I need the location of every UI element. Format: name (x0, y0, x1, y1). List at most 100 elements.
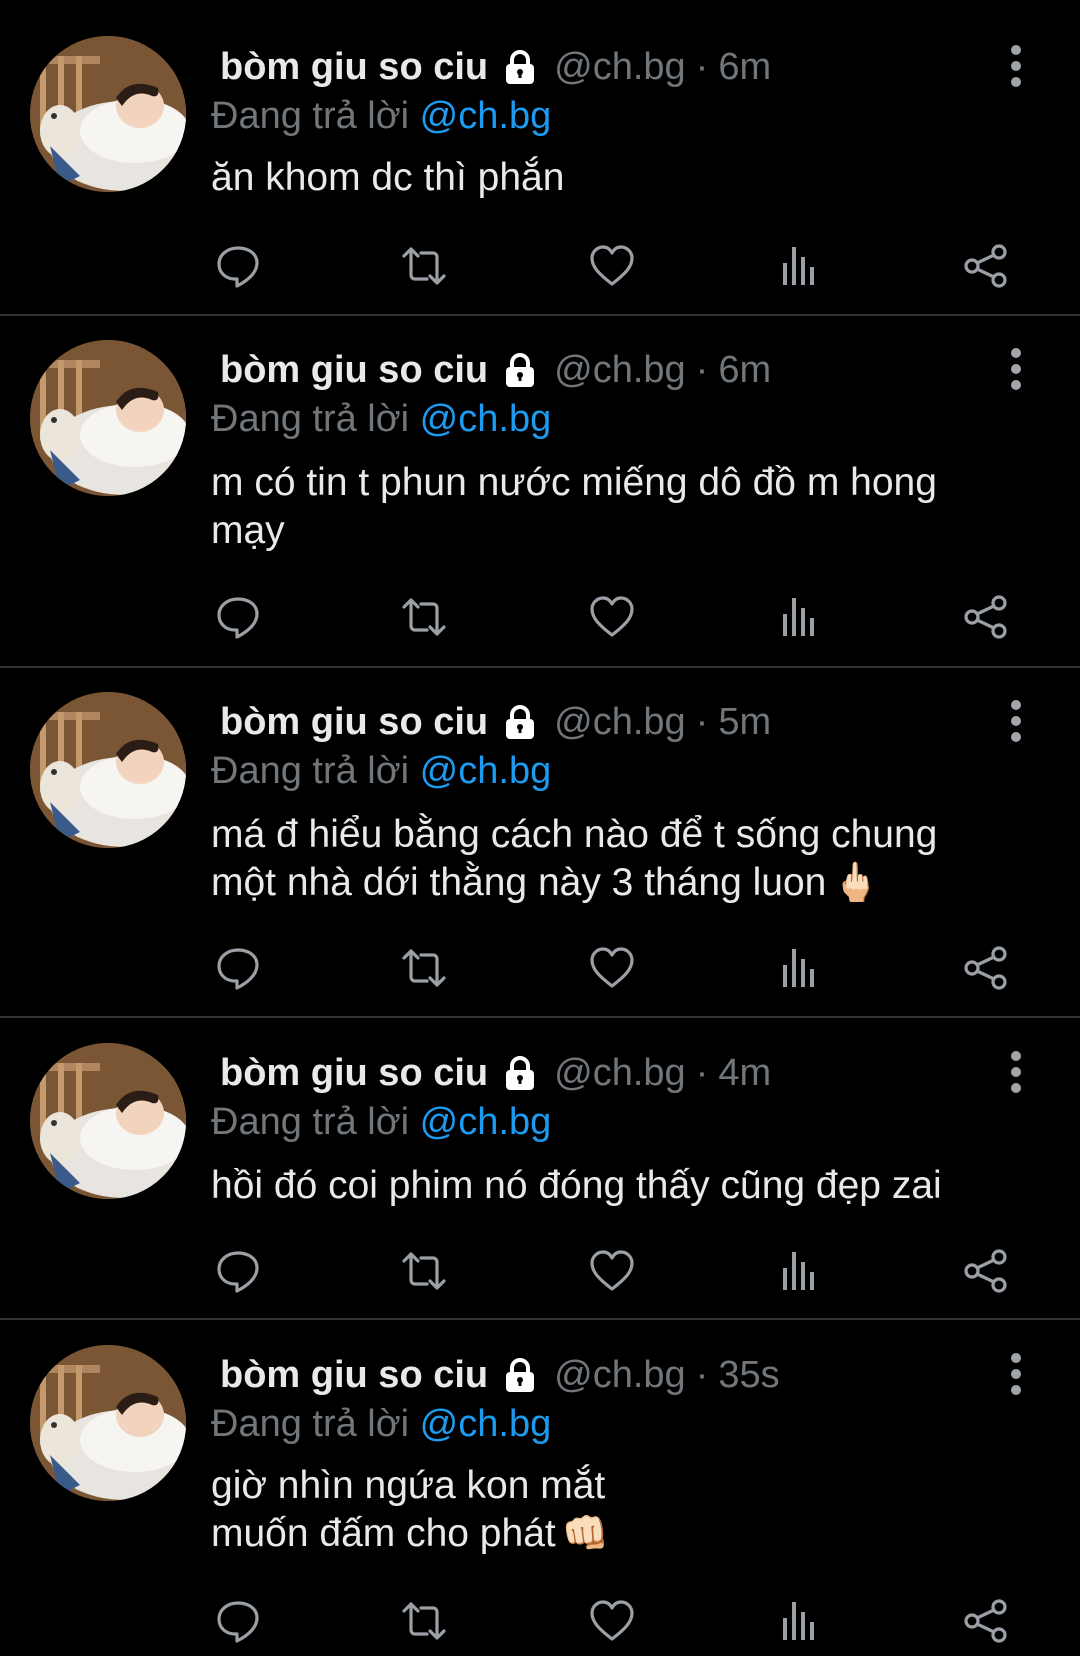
reply-button[interactable] (210, 589, 266, 645)
tweet-header: bòm giu so ciu @ch.bg · 35s (210, 1350, 780, 1400)
share-button[interactable] (958, 589, 1014, 645)
retweet-button[interactable] (396, 1243, 452, 1299)
heart-icon (590, 596, 634, 637)
retweet-button[interactable] (396, 940, 452, 996)
tweet-header: bòm giu so ciu @ch.bg · 6m (210, 42, 771, 92)
separator-dot: · (695, 1354, 709, 1396)
display-name[interactable]: bòm giu so ciu (220, 42, 488, 92)
share-button[interactable] (958, 1593, 1014, 1649)
user-handle[interactable]: @ch.bg (554, 42, 686, 92)
views-button[interactable] (771, 1593, 827, 1649)
more-vertical-icon[interactable] (1006, 1352, 1026, 1396)
like-button[interactable] (584, 940, 640, 996)
replying-to-handle[interactable]: @ch.bg (420, 1101, 552, 1143)
action-bar (210, 589, 1010, 645)
display-name[interactable]: bòm giu so ciu (220, 1048, 488, 1098)
more-vertical-icon[interactable] (1006, 347, 1026, 391)
separator-dot: · (695, 46, 709, 88)
avatar[interactable] (30, 36, 186, 192)
tweet-text: ăn khom dc thì phắn (211, 154, 1011, 202)
tweet-text-content: ăn khom dc thì phắn (211, 156, 565, 199)
tweet[interactable]: bòm giu so ciu @ch.bg · 6m Đang trả lời … (0, 316, 1080, 668)
user-handle[interactable]: @ch.bg (554, 345, 686, 395)
views-bar-chart-icon (783, 949, 814, 987)
reply-button[interactable] (210, 1593, 266, 1649)
timestamp[interactable]: 6m (718, 42, 771, 92)
share-button[interactable] (958, 238, 1014, 294)
tweet[interactable]: bòm giu so ciu @ch.bg · 5m Đang trả lời … (0, 668, 1080, 1018)
retweet-button[interactable] (396, 589, 452, 645)
like-button[interactable] (584, 1593, 640, 1649)
timestamp[interactable]: 35s (718, 1350, 779, 1400)
views-button[interactable] (771, 1243, 827, 1299)
action-bar (210, 238, 1010, 294)
share-icon (964, 1249, 1007, 1293)
replying-to: Đang trả lời @ch.bg (211, 395, 551, 443)
avatar[interactable] (30, 1345, 186, 1501)
tweet[interactable]: bòm giu so ciu @ch.bg · 4m Đang trả lời … (0, 1018, 1080, 1320)
replying-to-handle[interactable]: @ch.bg (420, 1403, 552, 1445)
reply-bubble-icon (217, 1251, 259, 1293)
reply-button[interactable] (210, 1243, 266, 1299)
reply-bubble-icon (217, 597, 259, 639)
replying-to-label: Đang trả lời (211, 1101, 410, 1143)
replying-to-label: Đang trả lời (211, 1403, 410, 1445)
tweet-header: bòm giu so ciu @ch.bg · 6m (210, 345, 771, 395)
avatar[interactable] (30, 692, 186, 848)
tweet-text: m có tin t phun nước miếng dô đồ m hong … (211, 459, 1011, 555)
replying-to-handle[interactable]: @ch.bg (420, 95, 552, 137)
like-button[interactable] (584, 1243, 640, 1299)
replying-to-handle[interactable]: @ch.bg (420, 398, 552, 440)
timestamp[interactable]: 5m (718, 697, 771, 747)
share-icon (964, 1599, 1007, 1643)
lock-icon (500, 47, 540, 87)
like-button[interactable] (584, 589, 640, 645)
display-name[interactable]: bòm giu so ciu (220, 697, 488, 747)
replying-to: Đang trả lời @ch.bg (211, 92, 551, 140)
retweet-button[interactable] (396, 238, 452, 294)
avatar[interactable] (30, 340, 186, 496)
tweet-header: bòm giu so ciu @ch.bg · 5m (210, 697, 771, 747)
views-bar-chart-icon (783, 598, 814, 636)
reply-button[interactable] (210, 238, 266, 294)
tweet-text: hồi đó coi phim nó đóng thấy cũng đẹp za… (211, 1162, 1011, 1210)
views-button[interactable] (771, 589, 827, 645)
heart-icon (590, 245, 634, 286)
like-button[interactable] (584, 238, 640, 294)
views-bar-chart-icon (783, 1602, 814, 1640)
reply-bubble-icon (217, 246, 259, 288)
replying-to-handle[interactable]: @ch.bg (420, 750, 552, 792)
tweet[interactable]: bòm giu so ciu @ch.bg · 6m Đang trả lời … (0, 0, 1080, 316)
more-vertical-icon[interactable] (1006, 699, 1026, 743)
share-button[interactable] (958, 1243, 1014, 1299)
views-button[interactable] (771, 238, 827, 294)
tweet-feed: bòm giu so ciu @ch.bg · 6m Đang trả lời … (0, 0, 1080, 1656)
replying-to-label: Đang trả lời (211, 95, 410, 137)
timestamp[interactable]: 4m (718, 1048, 771, 1098)
more-vertical-icon[interactable] (1006, 44, 1026, 88)
replying-to: Đang trả lời @ch.bg (211, 1098, 551, 1146)
lock-icon (500, 702, 540, 742)
separator-dot: · (695, 1052, 709, 1094)
share-button[interactable] (958, 940, 1014, 996)
emoji: 👊🏻 (561, 1513, 610, 1555)
tweet[interactable]: bòm giu so ciu @ch.bg · 35s Đang trả lời… (0, 1320, 1080, 1656)
timestamp[interactable]: 6m (718, 345, 771, 395)
user-handle[interactable]: @ch.bg (554, 697, 686, 747)
retweet-icon (402, 1252, 446, 1290)
reply-button[interactable] (210, 940, 266, 996)
separator-dot: · (695, 701, 709, 743)
tweet-header: bòm giu so ciu @ch.bg · 4m (210, 1048, 771, 1098)
display-name[interactable]: bòm giu so ciu (220, 1350, 488, 1400)
retweet-button[interactable] (396, 1593, 452, 1649)
retweet-icon (402, 1602, 446, 1640)
avatar[interactable] (30, 1043, 186, 1199)
heart-icon (590, 1250, 634, 1291)
user-handle[interactable]: @ch.bg (554, 1350, 686, 1400)
more-vertical-icon[interactable] (1006, 1050, 1026, 1094)
tweet-text-content: má đ hiểu bằng cách nào để t sống chung … (211, 813, 938, 904)
views-bar-chart-icon (783, 1252, 814, 1290)
display-name[interactable]: bòm giu so ciu (220, 345, 488, 395)
user-handle[interactable]: @ch.bg (554, 1048, 686, 1098)
views-button[interactable] (771, 940, 827, 996)
